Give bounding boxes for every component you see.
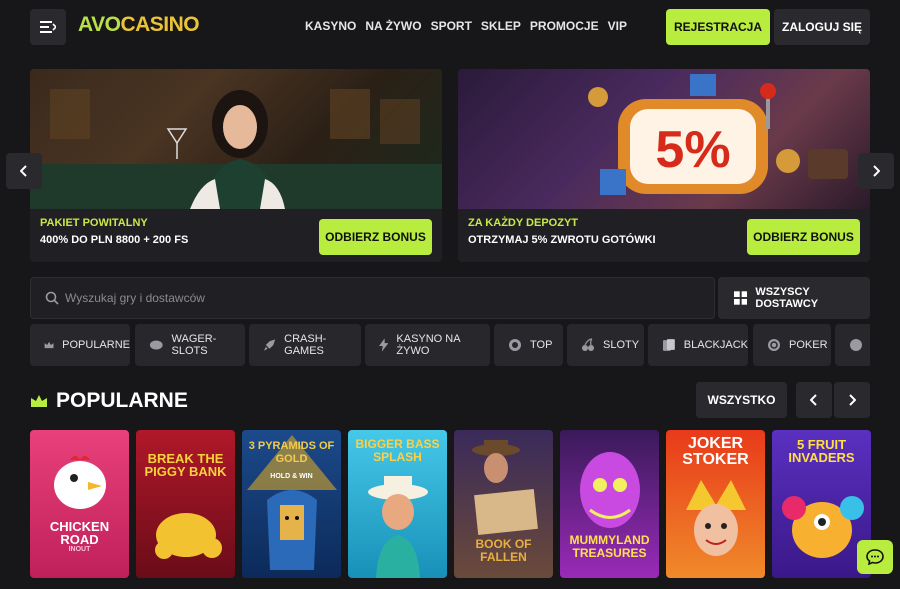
live-chat-button[interactable]	[857, 540, 893, 574]
category-label: BLACKJACK	[683, 339, 748, 351]
logo-part-avo: AVO	[78, 13, 121, 36]
game-card[interactable]: BREAK the PIGGY BANK	[136, 430, 235, 578]
category-wager-slots[interactable]: WAGER-SLOTS	[135, 324, 245, 366]
chevron-right-icon	[873, 165, 880, 177]
logo-part-casino: CASINO	[120, 13, 200, 36]
register-button[interactable]: REJESTRACJA	[666, 9, 770, 45]
nav-sklep[interactable]: SKLEP	[481, 19, 521, 33]
nav-sport[interactable]: SPORT	[431, 19, 472, 33]
category-label: TOP	[530, 339, 553, 351]
cashback-percent-label: 5%	[655, 121, 730, 179]
search-icon	[45, 291, 59, 305]
view-all-button[interactable]: WSZYSTKO	[696, 382, 787, 418]
category-label: CRASH-GAMES	[284, 333, 327, 357]
game-title: JOKER STOKER	[682, 435, 749, 468]
game-card[interactable]: CHICKEN ROAD INOUT	[30, 430, 129, 578]
game-title: 3 PYRAMIDS OF GOLD	[248, 440, 335, 465]
game-card[interactable]: BOOK OF FALLEN	[454, 430, 553, 578]
cherry-icon	[582, 338, 594, 351]
cards-icon	[662, 339, 675, 351]
menu-toggle-button[interactable]	[30, 9, 66, 45]
category-sloty[interactable]: SLOTY	[567, 324, 644, 366]
poker-chip-icon	[768, 339, 780, 351]
category-label: WAGER-SLOTS	[171, 333, 217, 357]
game-card[interactable]: JOKER STOKER	[666, 430, 765, 578]
banner-subtitle: ZA KAŻDY DEPOZYT	[468, 217, 579, 229]
nav-kasyno[interactable]: KASYNO	[305, 19, 356, 33]
casino-hostess-illustration	[30, 89, 442, 209]
header: AVOCASINO KASYNO NA ŻYWO SPORT SKLEP PRO…	[0, 0, 900, 56]
main-nav: KASYNO NA ŻYWO SPORT SKLEP PROMOCJE VIP	[305, 19, 627, 33]
category-label: POKER	[789, 339, 828, 351]
banner-next-button[interactable]	[858, 153, 894, 189]
chat-icon	[866, 549, 884, 565]
crown-icon	[44, 341, 54, 349]
game-provider: INOUT	[68, 546, 91, 553]
banner-prev-button[interactable]	[6, 153, 42, 189]
category-blackjack[interactable]: BLACKJACK	[648, 324, 748, 366]
banner-subtitle: PAKIET POWITALNY	[40, 217, 148, 229]
category-popularne[interactable]: POPULARNE	[30, 324, 130, 366]
category-crash-games[interactable]: CRASH-GAMES	[249, 324, 361, 366]
rocket-icon	[263, 339, 276, 351]
category-poker[interactable]: POKER	[753, 324, 831, 366]
chevron-right-icon	[849, 394, 856, 406]
chevron-left-icon	[810, 394, 817, 406]
game-subtitle: HOLD & WIN	[270, 473, 313, 480]
grid-icon	[734, 291, 748, 305]
claim-bonus-button[interactable]: ODBIERZ BONUS	[319, 219, 432, 255]
section-header-popular: POPULARNE	[30, 389, 188, 413]
game-title: BOOK OF FALLEN	[475, 537, 532, 564]
banner-image-cashback: 5%	[458, 69, 870, 209]
promo-banner-cashback[interactable]: 5% ZA KAŻDY DEPOZYT OTRZYMAJ 5% ZWROTU G…	[458, 69, 870, 262]
chevron-left-icon	[20, 165, 27, 177]
category-top[interactable]: TOP	[494, 324, 563, 366]
banner-title: OTRZYMAJ 5% ZWROTU GOTÓWKI	[468, 234, 656, 246]
promo-banner-welcome[interactable]: PAKIET POWITALNY 400% DO PLN 8800 + 200 …	[30, 69, 442, 262]
section-title: POPULARNE	[56, 389, 188, 412]
search-bar	[30, 277, 715, 319]
category-more[interactable]	[835, 324, 870, 366]
roulette-icon	[850, 339, 862, 351]
lightning-icon	[379, 338, 389, 352]
category-bar: POPULARNE WAGER-SLOTS CRASH-GAMES KASYNO…	[30, 324, 870, 366]
game-title: BREAK the PIGGY BANK	[144, 451, 227, 479]
banner-image-welcome	[30, 69, 442, 209]
game-card[interactable]: 3 PYRAMIDS OF GOLD HOLD & WIN	[242, 430, 341, 578]
claim-bonus-button[interactable]: ODBIERZ BONUS	[747, 219, 860, 255]
category-kasyno-na-zywo[interactable]: KASYNO NA ŻYWO	[365, 324, 490, 366]
game-card[interactable]: BIGGER BASS SPLASH	[348, 430, 447, 578]
game-title: 5 FRUIT INVADERS	[788, 437, 855, 465]
nav-na-zywo[interactable]: NA ŻYWO	[365, 19, 421, 33]
all-providers-label: WSZYSCY DOSTAWCY	[755, 286, 819, 310]
category-label: KASYNO NA ŻYWO	[396, 333, 460, 357]
menu-icon	[40, 21, 56, 33]
games-next-button[interactable]	[834, 382, 870, 418]
nav-promocje[interactable]: PROMOCJE	[530, 19, 599, 33]
category-label: SLOTY	[603, 339, 640, 351]
category-label: POPULARNE	[62, 339, 130, 351]
game-title: MUMMYLAND TREASURES	[569, 533, 650, 560]
chip-icon	[149, 340, 163, 350]
search-input[interactable]	[65, 284, 665, 312]
game-title: BIGGER BASS SPLASH	[355, 437, 440, 464]
banner-title: 400% DO PLN 8800 + 200 FS	[40, 234, 189, 246]
game-card[interactable]: MUMMYLAND TREASURES	[560, 430, 659, 578]
crown-icon	[31, 395, 47, 407]
games-prev-button[interactable]	[796, 382, 832, 418]
nav-vip[interactable]: VIP	[608, 19, 627, 33]
badge-icon	[509, 339, 521, 351]
login-button[interactable]: ZALOGUJ SIĘ	[774, 9, 870, 45]
logo[interactable]: AVOCASINO	[78, 13, 200, 37]
all-providers-button[interactable]: WSZYSCY DOSTAWCY	[718, 277, 870, 319]
slot-machine-illustration: 5%	[588, 74, 848, 195]
